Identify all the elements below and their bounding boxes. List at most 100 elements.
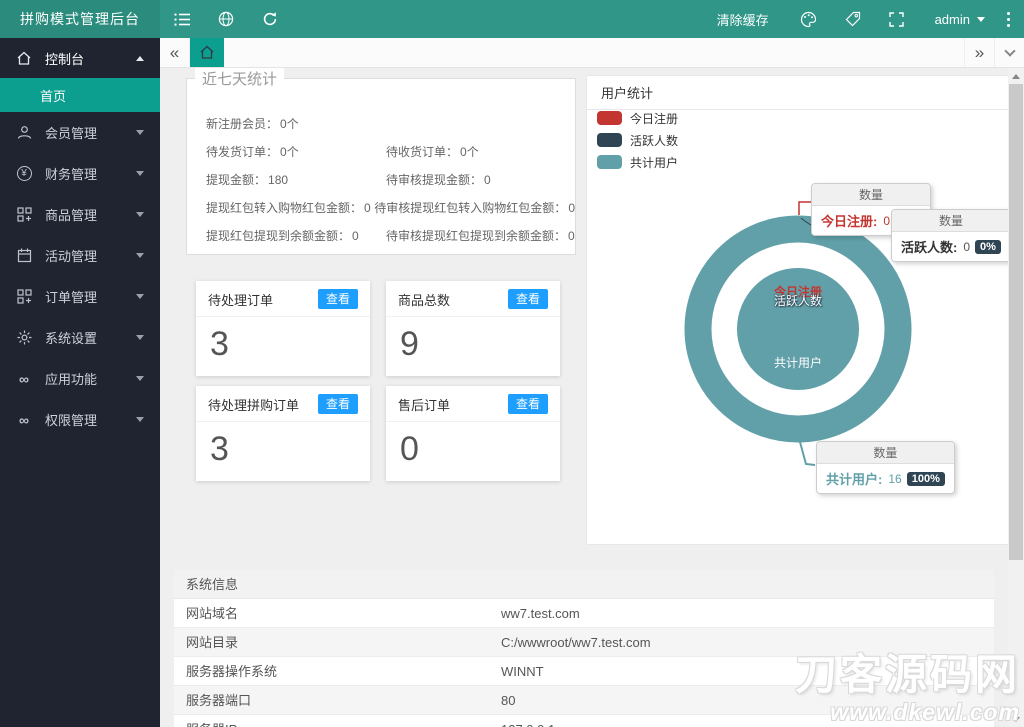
more-menu-button[interactable] bbox=[1001, 11, 1024, 27]
tab-home-active[interactable] bbox=[190, 38, 224, 67]
user-stats-panel: 用户统计 今日注册 活跃人数 共计用户 今日注册 活跃人数 共计用户 数量 今日… bbox=[586, 75, 1008, 545]
username-label: admin bbox=[934, 11, 970, 27]
card-title: 售后订单 bbox=[398, 397, 451, 413]
vertical-scrollbar[interactable] bbox=[1008, 68, 1024, 727]
table-row: 网站域名 ww7.test.com bbox=[174, 599, 994, 628]
scrollbar-thumb[interactable] bbox=[1009, 84, 1023, 560]
system-info-table: 系统信息 网站域名 ww7.test.com 网站目录 C:/wwwroot/w… bbox=[174, 570, 994, 727]
stats-row: 新注册会员： 0个 bbox=[206, 116, 299, 131]
chevron-down-icon bbox=[136, 294, 144, 303]
activity-calendar-icon bbox=[16, 248, 32, 264]
card-value: 3 bbox=[210, 430, 229, 468]
chevron-down-icon bbox=[136, 335, 144, 344]
triangle-up-icon bbox=[1012, 70, 1020, 79]
fullscreen-icon bbox=[889, 11, 904, 27]
system-info-header: 系统信息 bbox=[174, 570, 994, 599]
settings-gear-icon bbox=[16, 330, 32, 346]
stats-row: 提现红包提现到余额金额： 0 待审核提现红包提现到余额金额： 0 bbox=[206, 228, 575, 243]
sidebar-item-permissions[interactable]: ∞ 权限管理 bbox=[0, 399, 160, 440]
chevron-down-icon bbox=[136, 130, 144, 139]
users-icon bbox=[16, 125, 32, 141]
finance-yuan-icon: ¥ bbox=[16, 166, 32, 182]
sidebar-item-label: 订单管理 bbox=[45, 290, 98, 305]
view-button[interactable]: 查看 bbox=[507, 289, 548, 309]
language-button[interactable] bbox=[204, 0, 248, 38]
tag-icon bbox=[845, 11, 860, 27]
sidebar-item-activity[interactable]: 活动管理 bbox=[0, 235, 160, 276]
table-row: 服务器IP 127.0.0.1 bbox=[174, 715, 994, 727]
palette-icon bbox=[800, 11, 817, 27]
sidebar-item-app-features[interactable]: ∞ 应用功能 bbox=[0, 358, 160, 399]
chevron-down-icon bbox=[136, 253, 144, 262]
sidebar-item-label: 控制台 bbox=[45, 51, 85, 67]
table-row: 服务器端口 80 bbox=[174, 686, 994, 715]
refresh-button[interactable] bbox=[248, 0, 292, 38]
card-title: 待处理拼购订单 bbox=[208, 397, 300, 413]
sidebar-item-label: 应用功能 bbox=[45, 372, 98, 387]
card-aftersale-orders: 售后订单 查看 0 bbox=[386, 386, 560, 481]
triangle-down-icon bbox=[1012, 716, 1020, 726]
home-icon bbox=[17, 51, 31, 65]
refresh-icon bbox=[263, 12, 277, 26]
card-value: 0 bbox=[400, 430, 419, 468]
menu-toggle-button[interactable] bbox=[160, 0, 204, 38]
stats-row: 提现金额： 180 待审核提现金额： 0 bbox=[206, 172, 491, 187]
chevron-down-icon bbox=[136, 212, 144, 221]
chevron-down-icon bbox=[136, 171, 144, 180]
chevron-down-icon bbox=[136, 376, 144, 385]
main-content: 近七天统计 新注册会员： 0个 待发货订单： 0个 待收货订单： 0个 提现金额： 18… bbox=[160, 68, 1008, 727]
scroll-up-button[interactable] bbox=[1008, 68, 1024, 83]
tag-button[interactable] bbox=[831, 0, 875, 38]
stats-row: 提现红包转入购物红包金额： 0 待审核提现红包转入购物红包金额： 0 bbox=[206, 200, 575, 215]
chart-label-total-users: 共计用户 bbox=[773, 356, 823, 370]
chart-label-active-users: 活跃人数 bbox=[773, 294, 823, 308]
chart-tooltip-total-users: 数量 共计用户: 16 100% bbox=[816, 441, 955, 494]
card-pending-groupbuy-orders: 待处理拼购订单 查看 3 bbox=[196, 386, 370, 481]
user-menu[interactable]: admin bbox=[919, 12, 1001, 27]
table-row: 网站目录 C:/wwwroot/ww7.test.com bbox=[174, 628, 994, 657]
sidebar-item-orders[interactable]: 订单管理 bbox=[0, 276, 160, 317]
menu-toggle-icon bbox=[174, 13, 190, 26]
admin-dashboard-page: 拼购模式管理后台 清除缓存 admin 控制台 首页 会员管理 ¥ 财务管理 商… bbox=[0, 0, 1024, 727]
sidebar-nav: 控制台 首页 会员管理 ¥ 财务管理 商品管理 活动管理 订单管理 系统设置 ∞… bbox=[0, 38, 160, 727]
chevron-up-icon bbox=[136, 52, 144, 61]
header-right-group: 清除缓存 admin bbox=[699, 0, 1024, 38]
view-button[interactable]: 查看 bbox=[507, 394, 548, 414]
fullscreen-button[interactable] bbox=[875, 0, 919, 38]
chevron-down-icon bbox=[136, 417, 144, 426]
scroll-down-button[interactable] bbox=[1008, 712, 1024, 727]
card-total-goods: 商品总数 查看 9 bbox=[386, 281, 560, 376]
sidebar-item-label: 系统设置 bbox=[45, 331, 98, 346]
card-pending-orders: 待处理订单 查看 3 bbox=[196, 281, 370, 376]
view-button[interactable]: 查看 bbox=[317, 289, 358, 309]
theme-button[interactable] bbox=[787, 0, 831, 38]
chart-tooltip-active-users: 数量 活跃人数: 0 0% bbox=[891, 209, 1008, 262]
sidebar-item-label: 商品管理 bbox=[45, 208, 98, 223]
tooltip-series-name: 数量 bbox=[812, 184, 930, 206]
home-icon bbox=[200, 45, 214, 59]
card-value: 9 bbox=[400, 325, 419, 363]
tab-bar: « » bbox=[160, 38, 1024, 68]
tabs-forward-button[interactable]: » bbox=[964, 38, 994, 67]
sidebar-item-label: 权限管理 bbox=[45, 413, 98, 428]
sidebar-item-home-active[interactable]: 首页 bbox=[0, 78, 160, 112]
sidebar-item-goods[interactable]: 商品管理 bbox=[0, 194, 160, 235]
app-logo: 拼购模式管理后台 bbox=[0, 0, 160, 38]
sidebar-item-finance[interactable]: ¥ 财务管理 bbox=[0, 153, 160, 194]
weekly-stats-rows: 新注册会员： 0个 待发货订单： 0个 待收货订单： 0个 提现金额： 180 待审核提… bbox=[187, 79, 575, 249]
sidebar-item-label: 会员管理 bbox=[45, 126, 98, 141]
sidebar-item-settings[interactable]: 系统设置 bbox=[0, 317, 160, 358]
tabs-menu-button[interactable] bbox=[994, 38, 1024, 67]
table-row: 服务器操作系统 WINNT bbox=[174, 657, 994, 686]
top-header-bar: 拼购模式管理后台 清除缓存 admin bbox=[0, 0, 1024, 38]
clear-cache-button[interactable]: 清除缓存 bbox=[699, 0, 787, 38]
sidebar-item-members[interactable]: 会员管理 bbox=[0, 112, 160, 153]
view-button[interactable]: 查看 bbox=[317, 394, 358, 414]
weekly-stats-panel: 近七天统计 新注册会员： 0个 待发货订单： 0个 待收货订单： 0个 提现金额： 18… bbox=[186, 68, 576, 255]
app-link-icon: ∞ bbox=[19, 370, 29, 387]
tooltip-series-name: 数量 bbox=[892, 210, 1008, 232]
card-title: 商品总数 bbox=[398, 292, 451, 308]
tabbar-right-group: » bbox=[964, 38, 1024, 67]
sidebar-item-console[interactable]: 控制台 bbox=[0, 38, 160, 78]
tabs-back-button[interactable]: « bbox=[160, 38, 190, 67]
